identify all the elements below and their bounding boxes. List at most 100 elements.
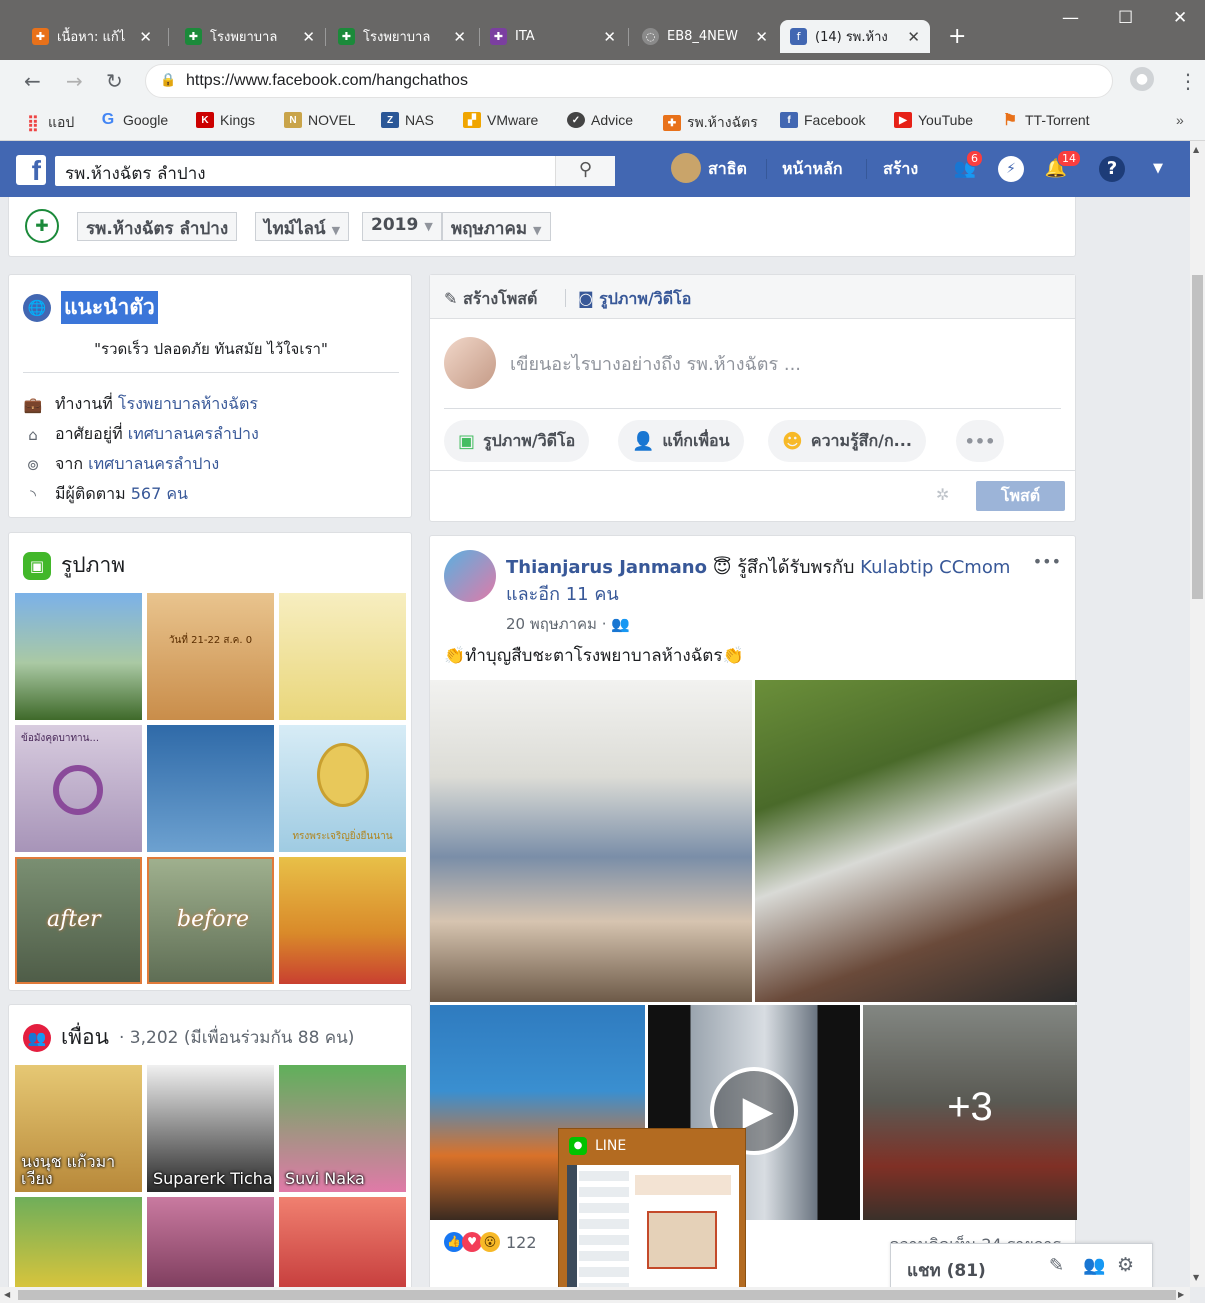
close-window-button[interactable]: ✕ — [1173, 8, 1187, 28]
photo-thumbnail[interactable] — [279, 593, 406, 720]
url-text[interactable]: https://www.facebook.com/hangchathos — [186, 72, 468, 90]
gear-icon[interactable]: ⚙ — [1117, 1254, 1134, 1276]
friend-card[interactable]: Suparerk Ticha — [147, 1065, 274, 1192]
browser-tab[interactable]: ✚ เนื้อหา: แก้ไ ✕ — [22, 20, 162, 53]
friend-name[interactable]: นงนุช แก้วมา เวียง — [21, 1152, 142, 1188]
bookmark-hospital[interactable]: ✚ รพ.ห้างฉัตร — [663, 112, 758, 134]
post-photo-more[interactable]: +3 — [863, 1005, 1077, 1220]
followers-link[interactable]: 567 คน — [131, 484, 188, 503]
browser-tab-active[interactable]: f (14) รพ.ห้าง ✕ — [780, 20, 930, 53]
messenger-icon[interactable]: ⚡ — [998, 156, 1024, 182]
close-tab-icon[interactable]: ✕ — [139, 28, 152, 46]
horizontal-scroll-thumb[interactable] — [18, 1290, 1176, 1300]
more-options-button[interactable]: ••• — [956, 420, 1004, 462]
horizontal-scrollbar[interactable]: ◀ ▶ — [0, 1287, 1190, 1303]
scroll-left-icon[interactable]: ◀ — [4, 1290, 10, 1299]
bookmark-novel[interactable]: N NOVEL — [284, 112, 355, 128]
close-tab-icon[interactable]: ✕ — [755, 28, 768, 46]
vertical-scroll-thumb[interactable] — [1192, 275, 1203, 599]
settings-icon[interactable]: ✲ — [936, 485, 949, 504]
friend-card[interactable]: นงนุช แก้วมา เวียง — [15, 1065, 142, 1192]
photo-thumbnail[interactable]: วันที่ 21-22 ส.ค. 0 — [147, 593, 274, 720]
feeling-activity-button[interactable]: ☻ ความรู้สึก/ก... — [768, 420, 926, 462]
breadcrumb-page-name[interactable]: รพ.ห้างฉัตร ลำปาง — [77, 212, 238, 241]
close-tab-icon[interactable]: ✕ — [302, 28, 315, 46]
composer-input[interactable]: เขียนอะไรบางอย่างถึง รพ.ห้างฉัตร ... — [510, 349, 801, 378]
chat-sidebar-bar[interactable]: แชท (81) ✎ 👥 ⚙ — [890, 1243, 1153, 1292]
create-group-icon[interactable]: 👥 — [1083, 1255, 1105, 1276]
photos-title[interactable]: รูปภาพ — [61, 549, 125, 582]
tab-create-post[interactable]: ✎ สร้างโพสต์ — [444, 287, 537, 312]
bookmark-apps[interactable]: ⣿ แอป — [24, 112, 74, 134]
notifications-icon[interactable]: 🔔 14 — [1043, 150, 1081, 182]
browser-tab[interactable]: ✚ โรงพยาบาล ✕ — [328, 20, 476, 53]
photo-thumbnail[interactable]: after — [15, 857, 142, 984]
chat-label[interactable]: แชท (81) — [907, 1257, 986, 1284]
post-author-link[interactable]: Thianjarus Janmano — [506, 557, 707, 578]
browser-tab[interactable]: ✚ ITA ✕ — [480, 20, 626, 53]
friend-card[interactable]: Suvi Naka — [279, 1065, 406, 1192]
friend-card[interactable] — [279, 1197, 406, 1295]
chevron-down-icon[interactable]: ▼ — [1145, 156, 1171, 182]
browser-menu-icon[interactable]: ⋮ — [1178, 69, 1198, 93]
post-photo[interactable] — [430, 680, 752, 1002]
breadcrumb-view-dropdown[interactable]: ไทม์ไลน์ ▼ — [255, 212, 350, 241]
from-link[interactable]: เทศบาลนครลำปาง — [88, 454, 219, 473]
maximize-button[interactable]: ☐ — [1118, 8, 1133, 28]
minimize-button[interactable]: — — [1062, 8, 1079, 28]
bookmark-tt-torrent[interactable]: ⚑ TT-Torrent — [1001, 112, 1090, 129]
post-options-button[interactable]: ••• — [1033, 552, 1061, 571]
facebook-logo-icon[interactable]: f — [16, 155, 46, 185]
page-logo[interactable]: ✚ — [25, 209, 59, 243]
friend-card[interactable] — [15, 1197, 142, 1295]
work-link[interactable]: โรงพยาบาลห้างฉัตร — [118, 394, 258, 413]
bookmark-google[interactable]: G Google — [99, 111, 168, 128]
photo-thumbnail[interactable] — [279, 857, 406, 984]
friend-card[interactable] — [147, 1197, 274, 1295]
profile-avatar-icon[interactable]: ● — [1130, 67, 1154, 91]
home-link[interactable]: หน้าหลัก — [782, 157, 843, 182]
friend-name[interactable]: Suvi Naka — [285, 1170, 365, 1188]
more-bookmarks-button[interactable]: » — [1176, 112, 1184, 128]
friend-name[interactable]: Suparerk Ticha — [153, 1170, 273, 1188]
close-tab-icon[interactable]: ✕ — [907, 28, 920, 46]
facebook-search-input[interactable]: รพ.ห้างฉัตร ลำปาง ⚲ — [55, 156, 615, 186]
bookmark-kings[interactable]: K Kings — [196, 112, 255, 128]
lives-link[interactable]: เทศบาลนครลำปาง — [128, 424, 259, 443]
search-value[interactable]: รพ.ห้างฉัตร ลำปาง — [65, 160, 206, 187]
close-tab-icon[interactable]: ✕ — [603, 28, 616, 46]
post-button[interactable]: โพสต์ — [976, 481, 1065, 511]
friends-title[interactable]: เพื่อน — [61, 1021, 109, 1054]
photo-thumbnail[interactable] — [147, 725, 274, 852]
photo-thumbnail[interactable] — [15, 593, 142, 720]
new-tab-button[interactable]: + — [948, 24, 966, 49]
forward-button[interactable]: → — [66, 69, 83, 93]
post-date-link[interactable]: 20 พฤษภาคม · — [506, 615, 606, 633]
photo-thumbnail[interactable]: ข้อมังคุดบาทาน... — [15, 725, 142, 852]
profile-link[interactable]: สาธิต — [708, 157, 747, 182]
photo-thumbnail[interactable]: before — [147, 857, 274, 984]
bookmark-youtube[interactable]: ▶ YouTube — [894, 112, 973, 128]
new-message-icon[interactable]: ✎ — [1049, 1255, 1064, 1276]
tag-friends-button[interactable]: 👤 แท็กเพื่อน — [618, 420, 744, 462]
avatar[interactable] — [671, 153, 701, 183]
scroll-right-icon[interactable]: ▶ — [1178, 1290, 1184, 1299]
photo-thumbnail[interactable]: ทรงพระเจริญยิ่งยืนนาน — [279, 725, 406, 852]
browser-tab[interactable]: ✚ โรงพยาบาล ✕ — [175, 20, 325, 53]
help-icon[interactable]: ? — [1099, 156, 1125, 182]
bookmark-facebook[interactable]: f Facebook — [780, 112, 865, 128]
address-bar[interactable]: 🔒 https://www.facebook.com/hangchathos — [145, 64, 1113, 98]
tagged-friend-link[interactable]: Kulabtip CCmom — [860, 557, 1010, 578]
create-link[interactable]: สร้าง — [883, 157, 918, 182]
browser-tab[interactable]: ◌ EB8_4NEW ✕ — [632, 20, 778, 53]
back-button[interactable]: ← — [24, 69, 41, 93]
line-app-preview[interactable]: ● LINE — [558, 1128, 746, 1303]
friend-requests-icon[interactable]: 👥 6 — [952, 150, 983, 182]
bookmark-vmware[interactable]: ▞ VMware — [463, 112, 538, 128]
tagged-others-link[interactable]: และอีก 11 คน — [506, 584, 619, 605]
scroll-down-icon[interactable]: ▼ — [1193, 1273, 1199, 1282]
breadcrumb-year-dropdown[interactable]: 2019 ▼ — [362, 212, 442, 241]
post-photo[interactable] — [755, 680, 1077, 1002]
search-icon[interactable]: ⚲ — [555, 156, 615, 186]
close-tab-icon[interactable]: ✕ — [453, 28, 466, 46]
